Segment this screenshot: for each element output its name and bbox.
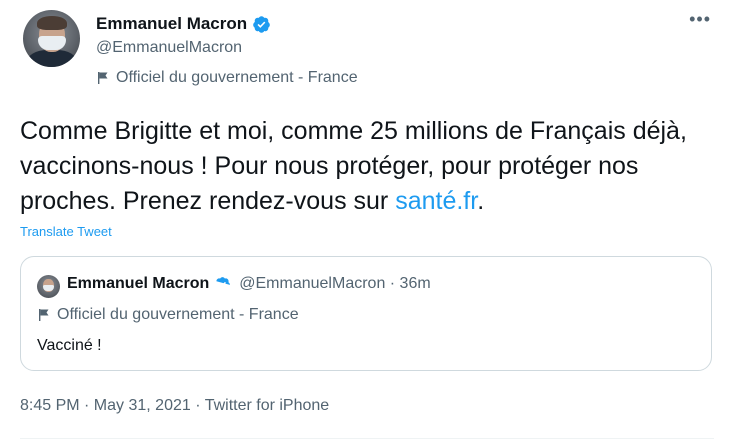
- quoted-handle-time[interactable]: @EmmanuelMacron · 36m: [239, 275, 430, 293]
- verified-badge-icon: [253, 15, 270, 33]
- quoted-header: Emmanuel Macron @EmmanuelMacron · 36m: [67, 275, 431, 293]
- tweet-text-body: Comme Brigitte et moi, comme 25 millions…: [20, 117, 687, 215]
- quoted-tweet[interactable]: Emmanuel Macron @EmmanuelMacron · 36m Of…: [20, 256, 712, 371]
- divider: [20, 438, 714, 439]
- quoted-avatar-mask: [43, 285, 54, 291]
- quoted-government-label: Officiel du gouvernement - France: [37, 306, 299, 324]
- quoted-government-label-text: Officiel du gouvernement - France: [57, 306, 299, 323]
- avatar-mask: [38, 36, 66, 50]
- translate-tweet-link[interactable]: Translate Tweet: [20, 224, 112, 239]
- flag-icon: [98, 72, 108, 84]
- government-label: Officiel du gouvernement - France: [96, 69, 358, 87]
- quoted-tweet-text: Vacciné !: [37, 337, 102, 354]
- tweet-text-end: .: [477, 187, 485, 215]
- quoted-author-avatar[interactable]: [37, 275, 60, 298]
- author-name-row: Emmanuel Macron: [96, 14, 271, 34]
- government-label-text: Officiel du gouvernement - France: [116, 69, 358, 86]
- author-avatar[interactable]: [23, 10, 80, 67]
- avatar-suit: [27, 50, 77, 67]
- flag-icon: [39, 309, 49, 321]
- tweet-text: Comme Brigitte et moi, comme 25 millions…: [20, 114, 720, 219]
- avatar-hair: [37, 16, 67, 30]
- tweet-link[interactable]: santé.fr: [395, 187, 477, 215]
- tweet-timestamp[interactable]: 8:45 PM · May 31, 2021 · Twitter for iPh…: [20, 397, 329, 415]
- quoted-author-name[interactable]: Emmanuel Macron: [67, 275, 209, 293]
- more-icon[interactable]: •••: [689, 9, 711, 30]
- author-name[interactable]: Emmanuel Macron: [96, 14, 247, 34]
- verified-badge-icon: [216, 276, 231, 287]
- author-handle[interactable]: @EmmanuelMacron: [96, 39, 242, 57]
